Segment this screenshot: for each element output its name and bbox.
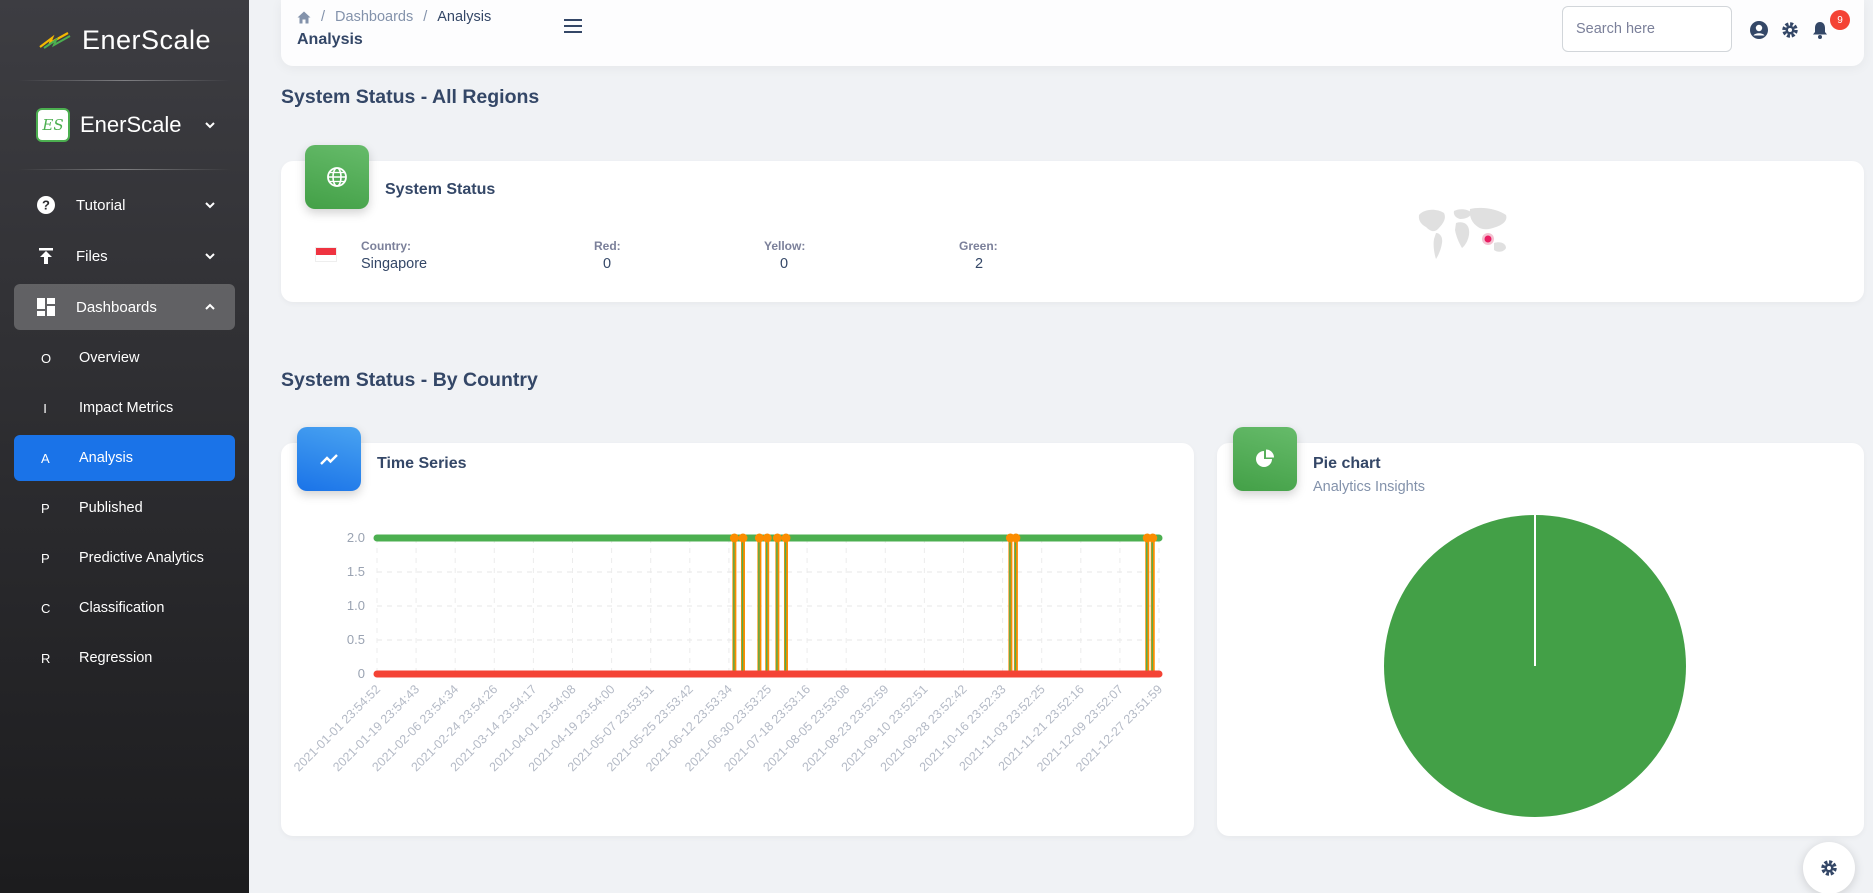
green-label: Green: <box>959 239 998 253</box>
brand-name: EnerScale <box>81 24 212 55</box>
world-map[interactable] <box>1414 203 1514 263</box>
subitem-letter: A <box>41 450 50 466</box>
breadcrumb-separator: / <box>321 9 326 25</box>
breadcrumb-link[interactable]: Dashboards <box>335 9 413 25</box>
section-heading-by-country: System Status - By Country <box>281 369 538 391</box>
topbar: / Dashboards / Analysis Analysis 9 <box>281 0 1864 66</box>
subitem-letter: P <box>41 500 50 516</box>
sidebar-item-label: Files <box>76 247 108 265</box>
settings-fab-button[interactable] <box>1803 842 1855 893</box>
sidebar-nav: ? Tutorial Files Dashboards O Overview I… <box>0 170 249 681</box>
card-title: System Status <box>385 181 496 198</box>
time-series-chart[interactable]: 2.01.51.00.502021-01-01 23:54:522021-01-… <box>281 443 1194 836</box>
hamburger-menu-icon[interactable] <box>562 16 584 36</box>
red-value: 0 <box>603 256 612 272</box>
page-title: Analysis <box>297 31 363 48</box>
pie-chart-card: Pie chart Analytics Insights <box>1217 427 1864 836</box>
search-input[interactable] <box>1562 6 1732 52</box>
brand-spark-icon <box>39 32 71 49</box>
pie-chart[interactable] <box>1217 443 1864 836</box>
globe-icon <box>327 167 347 187</box>
series-point-orange <box>1011 533 1021 543</box>
subitem-label: Overview <box>79 350 140 366</box>
subitem-letter: C <box>41 600 51 616</box>
y-tick-label: 2.0 <box>347 530 365 545</box>
chevron-up-icon <box>205 303 215 310</box>
y-tick-label: 1.5 <box>347 564 365 579</box>
notification-badge: 9 <box>1830 10 1850 30</box>
sidebar-subitem-classification[interactable]: C Classification <box>14 585 235 631</box>
brand-logo[interactable]: EnerScale <box>0 0 249 80</box>
singapore-marker[interactable] <box>1484 235 1492 243</box>
y-tick-label: 1.0 <box>347 598 365 613</box>
y-tick-label: 0 <box>358 666 365 681</box>
home-icon[interactable] <box>297 11 311 24</box>
series-point-orange <box>772 533 782 543</box>
sidebar-item-label: Dashboards <box>76 298 157 316</box>
sidebar-subitem-impact-metrics[interactable]: I Impact Metrics <box>14 385 235 431</box>
chevron-down-icon <box>205 253 215 260</box>
subitem-letter: I <box>43 400 47 416</box>
chevron-down-icon[interactable] <box>203 118 217 132</box>
sidebar-subitem-published[interactable]: P Published <box>14 485 235 531</box>
account-circle-icon[interactable] <box>1749 20 1769 40</box>
breadcrumb-current: Analysis <box>437 9 492 25</box>
gear-icon[interactable] <box>1780 20 1800 40</box>
org-logo: ES <box>36 108 70 142</box>
singapore-flag-icon <box>315 247 337 262</box>
country-label: Country: <box>361 239 411 253</box>
chevron-down-icon <box>205 202 215 209</box>
sidebar-item-files[interactable]: Files <box>14 233 235 279</box>
breadcrumb-separator: / <box>423 9 428 25</box>
sidebar-subitem-analysis[interactable]: A Analysis <box>14 435 235 481</box>
org-name: EnerScale <box>80 112 182 137</box>
green-value: 2 <box>975 256 984 272</box>
time-series-card: Time Series 2.0 1.5 1.0 0.5 0 2021-01-01 23:5… <box>281 427 1194 836</box>
subitem-letter: R <box>41 650 51 666</box>
sidebar-subitem-regression[interactable]: R Regression <box>14 635 235 681</box>
upload-icon <box>36 246 56 266</box>
sidebar-item-tutorial[interactable]: ? Tutorial <box>14 182 235 228</box>
subitem-label: Analysis <box>79 450 133 466</box>
subitem-letter: P <box>41 550 50 566</box>
svg-text:?: ? <box>42 198 50 213</box>
series-point-orange <box>762 533 772 543</box>
subitem-label: Classification <box>79 600 165 616</box>
globe-badge <box>305 145 369 209</box>
series-point-orange <box>738 533 748 543</box>
series-point-orange <box>754 533 764 543</box>
yellow-label: Yellow: <box>764 239 806 253</box>
sidebar: EnerScale ES EnerScale ? Tutorial Files … <box>0 0 249 893</box>
sidebar-item-label: Tutorial <box>76 196 126 214</box>
bell-icon[interactable] <box>1810 20 1830 40</box>
sidebar-item-dashboards[interactable]: Dashboards <box>14 284 235 330</box>
dashboard-icon <box>36 297 56 317</box>
yellow-value: 0 <box>780 256 789 272</box>
subitem-label: Regression <box>79 650 153 666</box>
section-heading-all-regions: System Status - All Regions <box>281 86 540 108</box>
system-status-card: System Status Country: Singapore Red: 0 … <box>281 145 1864 302</box>
red-label: Red: <box>594 239 621 253</box>
gear-icon <box>1821 860 1837 876</box>
sidebar-subitem-predictive-analytics[interactable]: P Predictive Analytics <box>14 535 235 581</box>
series-point-orange <box>1148 533 1158 543</box>
series-point-orange <box>781 533 791 543</box>
subitem-letter: O <box>41 350 52 366</box>
subitem-label: Impact Metrics <box>79 400 174 416</box>
breadcrumb: / Dashboards / Analysis <box>297 9 491 25</box>
org-switcher[interactable]: ES EnerScale <box>0 81 249 169</box>
series-point-orange <box>729 533 739 543</box>
country-value: Singapore <box>361 256 428 272</box>
help-circle-icon: ? <box>36 195 56 215</box>
subitem-label: Published <box>79 500 143 516</box>
sidebar-subitem-overview[interactable]: O Overview <box>14 335 235 381</box>
subitem-label: Predictive Analytics <box>79 550 204 566</box>
y-tick-label: 0.5 <box>347 632 365 647</box>
